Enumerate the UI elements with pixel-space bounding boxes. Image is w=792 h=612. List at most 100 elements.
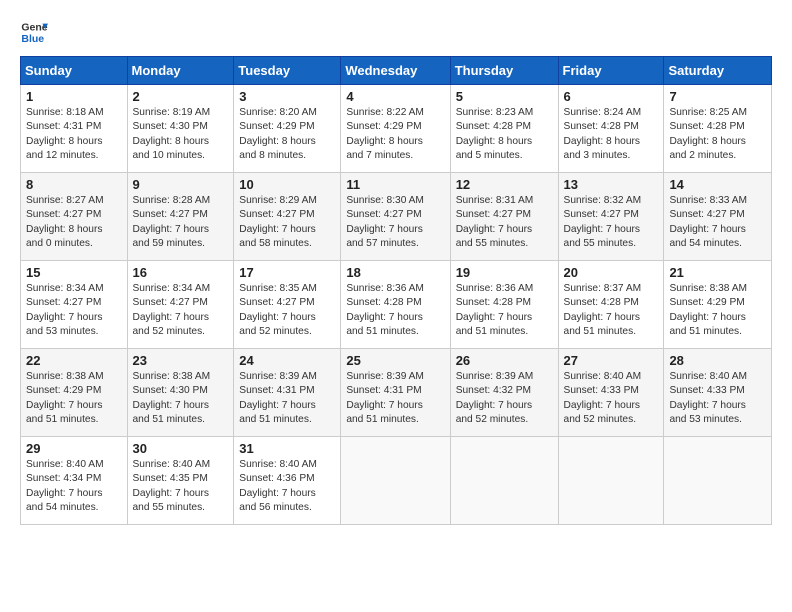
calendar-cell: 29 Sunrise: 8:40 AMSunset: 4:34 PMDayligh… <box>21 437 128 525</box>
day-number: 25 <box>346 353 444 368</box>
day-info: Sunrise: 8:23 AMSunset: 4:28 PMDaylight:… <box>456 106 553 163</box>
day-number: 8 <box>26 177 122 192</box>
header: General Blue <box>20 18 772 46</box>
day-info: Sunrise: 8:28 AMSunset: 4:27 PMDaylight:… <box>133 194 229 251</box>
calendar-cell: 31Sunrise: 8:40 AMSunset: 4:36 PMDayligh… <box>234 437 341 525</box>
day-number: 28 <box>669 353 766 368</box>
day-info: Sunrise: 8:35 AMSunset: 4:27 PMDaylight:… <box>239 282 335 339</box>
day-header-saturday: Saturday <box>664 57 772 85</box>
day-info: Sunrise: 8:18 AMSunset: 4:31 PMDaylight:… <box>26 106 122 163</box>
day-number: 13 <box>564 177 659 192</box>
day-info: Sunrise: 8:32 AMSunset: 4:27 PMDaylight:… <box>564 194 659 251</box>
calendar-cell: 22Sunrise: 8:38 AMSunset: 4:29 PMDayligh… <box>21 349 128 437</box>
day-info: Sunrise: 8:20 AMSunset: 4:29 PMDaylight:… <box>239 106 335 163</box>
day-number: 4 <box>346 89 444 104</box>
day-info: Sunrise: 8:19 AMSunset: 4:30 PMDaylight:… <box>133 106 229 163</box>
day-number: 17 <box>239 265 335 280</box>
calendar-cell: 10Sunrise: 8:29 AMSunset: 4:27 PMDayligh… <box>234 173 341 261</box>
calendar-cell: 7 Sunrise: 8:25 AMSunset: 4:28 PMDaylight… <box>664 85 772 173</box>
calendar-cell: 5 Sunrise: 8:23 AMSunset: 4:28 PMDaylight… <box>450 85 558 173</box>
day-header-thursday: Thursday <box>450 57 558 85</box>
day-header-tuesday: Tuesday <box>234 57 341 85</box>
calendar-cell: 26 Sunrise: 8:39 AMSunset: 4:32 PMDayligh… <box>450 349 558 437</box>
day-info: Sunrise: 8:36 AMSunset: 4:28 PMDaylight:… <box>456 282 553 339</box>
calendar-cell: 8 Sunrise: 8:27 AMSunset: 4:27 PMDaylight… <box>21 173 128 261</box>
calendar-cell: 20 Sunrise: 8:37 AMSunset: 4:28 PMDayligh… <box>558 261 664 349</box>
day-info: Sunrise: 8:37 AMSunset: 4:28 PMDaylight:… <box>564 282 659 339</box>
day-number: 1 <box>26 89 122 104</box>
day-info: Sunrise: 8:34 AMSunset: 4:27 PMDaylight:… <box>26 282 122 339</box>
calendar-cell: 11 Sunrise: 8:30 AMSunset: 4:27 PMDayligh… <box>341 173 450 261</box>
calendar-cell <box>664 437 772 525</box>
day-info: Sunrise: 8:40 AMSunset: 4:33 PMDaylight:… <box>564 370 659 427</box>
calendar-cell: 3 Sunrise: 8:20 AMSunset: 4:29 PMDaylight… <box>234 85 341 173</box>
calendar-cell: 14 Sunrise: 8:33 AMSunset: 4:27 PMDayligh… <box>664 173 772 261</box>
calendar-cell: 23 Sunrise: 8:38 AMSunset: 4:30 PMDayligh… <box>127 349 234 437</box>
calendar-cell: 25 Sunrise: 8:39 AMSunset: 4:31 PMDayligh… <box>341 349 450 437</box>
day-info: Sunrise: 8:24 AMSunset: 4:28 PMDaylight:… <box>564 106 659 163</box>
page: General Blue SundayMondayTuesdayWednesda… <box>0 0 792 535</box>
day-number: 14 <box>669 177 766 192</box>
calendar-cell: 9Sunrise: 8:28 AMSunset: 4:27 PMDaylight… <box>127 173 234 261</box>
day-info: Sunrise: 8:33 AMSunset: 4:27 PMDaylight:… <box>669 194 766 251</box>
day-info: Sunrise: 8:31 AMSunset: 4:27 PMDaylight:… <box>456 194 553 251</box>
calendar-cell: 12Sunrise: 8:31 AMSunset: 4:27 PMDayligh… <box>450 173 558 261</box>
day-number: 21 <box>669 265 766 280</box>
day-number: 15 <box>26 265 122 280</box>
day-info: Sunrise: 8:34 AMSunset: 4:27 PMDaylight:… <box>133 282 229 339</box>
logo-icon: General Blue <box>20 18 48 46</box>
day-info: Sunrise: 8:22 AMSunset: 4:29 PMDaylight:… <box>346 106 444 163</box>
calendar-cell: 19Sunrise: 8:36 AMSunset: 4:28 PMDayligh… <box>450 261 558 349</box>
day-number: 11 <box>346 177 444 192</box>
day-info: Sunrise: 8:38 AMSunset: 4:30 PMDaylight:… <box>133 370 229 427</box>
day-number: 6 <box>564 89 659 104</box>
day-number: 18 <box>346 265 444 280</box>
day-number: 7 <box>669 89 766 104</box>
day-header-wednesday: Wednesday <box>341 57 450 85</box>
calendar-cell: 15 Sunrise: 8:34 AMSunset: 4:27 PMDayligh… <box>21 261 128 349</box>
calendar-cell: 27 Sunrise: 8:40 AMSunset: 4:33 PMDayligh… <box>558 349 664 437</box>
day-info: Sunrise: 8:39 AMSunset: 4:31 PMDaylight:… <box>239 370 335 427</box>
day-info: Sunrise: 8:29 AMSunset: 4:27 PMDaylight:… <box>239 194 335 251</box>
day-info: Sunrise: 8:36 AMSunset: 4:28 PMDaylight:… <box>346 282 444 339</box>
day-info: Sunrise: 8:30 AMSunset: 4:27 PMDaylight:… <box>346 194 444 251</box>
day-number: 3 <box>239 89 335 104</box>
day-number: 23 <box>133 353 229 368</box>
calendar-cell: 4 Sunrise: 8:22 AMSunset: 4:29 PMDaylight… <box>341 85 450 173</box>
day-number: 2 <box>133 89 229 104</box>
day-info: Sunrise: 8:39 AMSunset: 4:31 PMDaylight:… <box>346 370 444 427</box>
day-number: 22 <box>26 353 122 368</box>
day-number: 26 <box>456 353 553 368</box>
calendar-cell <box>450 437 558 525</box>
calendar-cell: 24 Sunrise: 8:39 AMSunset: 4:31 PMDayligh… <box>234 349 341 437</box>
day-info: Sunrise: 8:25 AMSunset: 4:28 PMDaylight:… <box>669 106 766 163</box>
day-info: Sunrise: 8:40 AMSunset: 4:35 PMDaylight:… <box>133 458 229 515</box>
svg-text:Blue: Blue <box>21 33 44 45</box>
day-number: 30 <box>133 441 229 456</box>
calendar-cell: 1 Sunrise: 8:18 AMSunset: 4:31 PMDaylight… <box>21 85 128 173</box>
day-number: 5 <box>456 89 553 104</box>
calendar-table: SundayMondayTuesdayWednesdayThursdayFrid… <box>20 56 772 525</box>
day-info: Sunrise: 8:39 AMSunset: 4:32 PMDaylight:… <box>456 370 553 427</box>
day-number: 16 <box>133 265 229 280</box>
calendar-cell: 17 Sunrise: 8:35 AMSunset: 4:27 PMDayligh… <box>234 261 341 349</box>
day-header-monday: Monday <box>127 57 234 85</box>
day-info: Sunrise: 8:27 AMSunset: 4:27 PMDaylight:… <box>26 194 122 251</box>
calendar-cell: 13 Sunrise: 8:32 AMSunset: 4:27 PMDayligh… <box>558 173 664 261</box>
day-header-friday: Friday <box>558 57 664 85</box>
calendar-cell: 6 Sunrise: 8:24 AMSunset: 4:28 PMDaylight… <box>558 85 664 173</box>
calendar-cell <box>341 437 450 525</box>
svg-text:General: General <box>21 22 48 34</box>
calendar-cell <box>558 437 664 525</box>
logo: General Blue <box>20 18 48 46</box>
calendar-cell: 18 Sunrise: 8:36 AMSunset: 4:28 PMDayligh… <box>341 261 450 349</box>
day-number: 20 <box>564 265 659 280</box>
day-number: 29 <box>26 441 122 456</box>
calendar-cell: 2 Sunrise: 8:19 AMSunset: 4:30 PMDaylight… <box>127 85 234 173</box>
day-number: 24 <box>239 353 335 368</box>
day-info: Sunrise: 8:40 AMSunset: 4:34 PMDaylight:… <box>26 458 122 515</box>
calendar-cell: 21Sunrise: 8:38 AMSunset: 4:29 PMDayligh… <box>664 261 772 349</box>
calendar-cell: 30 Sunrise: 8:40 AMSunset: 4:35 PMDayligh… <box>127 437 234 525</box>
calendar-cell: 16 Sunrise: 8:34 AMSunset: 4:27 PMDayligh… <box>127 261 234 349</box>
day-number: 27 <box>564 353 659 368</box>
